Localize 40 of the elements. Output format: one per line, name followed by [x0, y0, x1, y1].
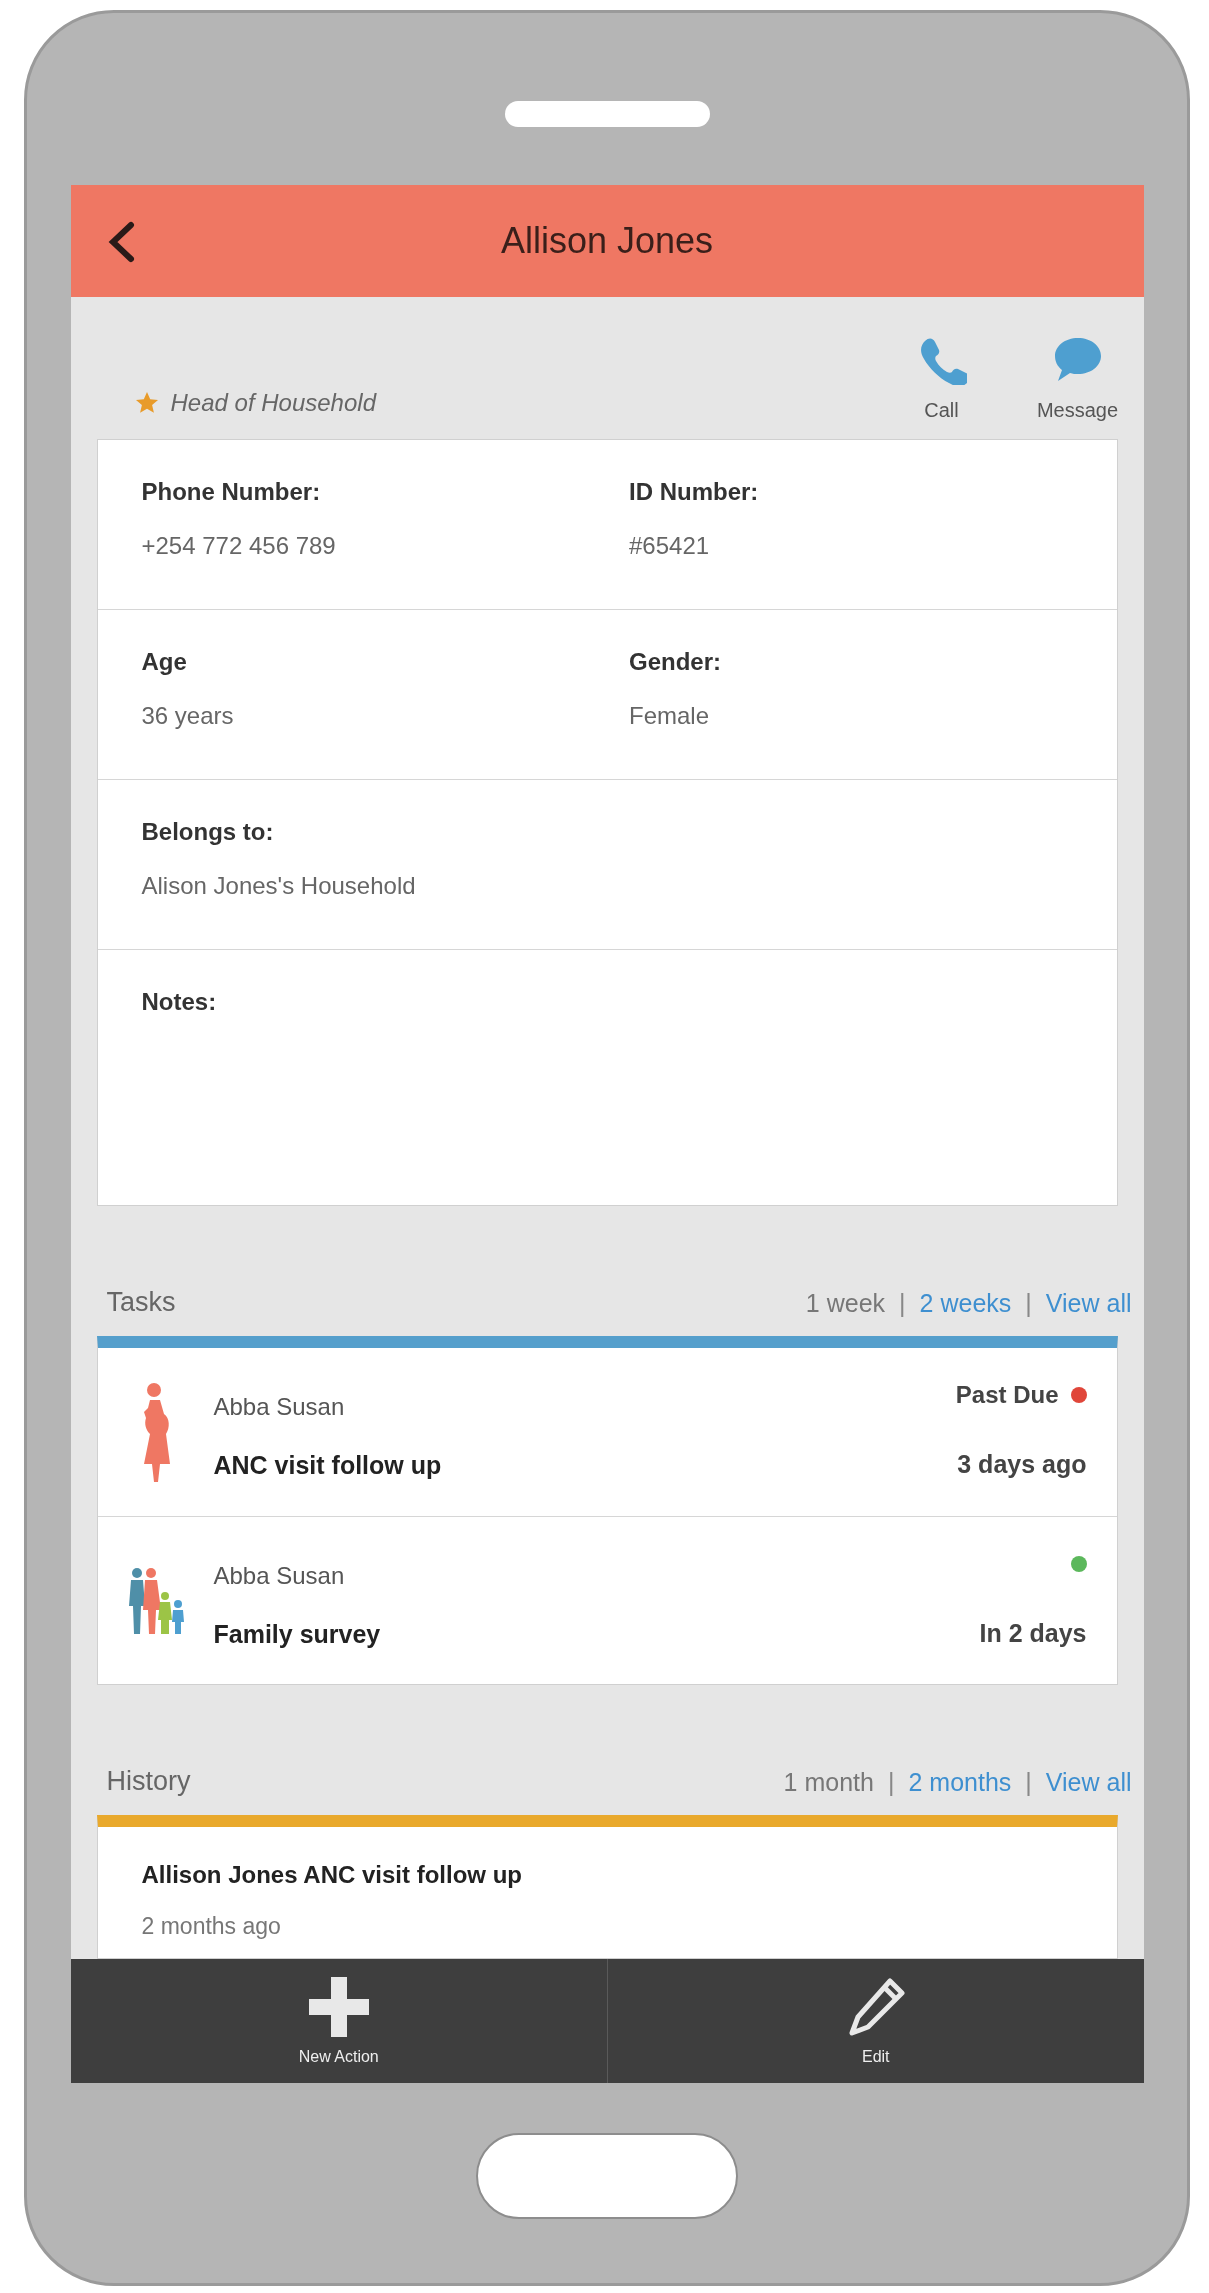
field-label: Notes:: [141, 987, 218, 1017]
separator: |: [1025, 1287, 1032, 1319]
field-label: ID Number:: [629, 477, 760, 507]
task-due: In 2 days: [979, 1617, 1087, 1649]
task-person: Abba Susan: [213, 1560, 346, 1591]
section-title: Tasks: [106, 1285, 176, 1319]
task-due: 3 days ago: [957, 1449, 1087, 1481]
star-icon: [134, 391, 159, 415]
separator: |: [899, 1287, 906, 1319]
task-title: ANC visit follow up: [213, 1450, 443, 1482]
field-value: Alison Jones's Household: [141, 871, 417, 901]
back-icon[interactable]: [106, 221, 135, 263]
field-label: Belongs to:: [141, 817, 275, 847]
field-label: Gender:: [629, 647, 722, 677]
field-label: Age: [141, 647, 188, 677]
plus-icon: [308, 1976, 369, 2037]
separator: |: [1025, 1766, 1032, 1798]
new-action-button[interactable]: New Action: [70, 1958, 607, 2083]
field-label: Phone Number:: [141, 477, 322, 507]
task-row[interactable]: Abba Susan ANC visit follow up Past Due 3 days ago: [97, 1348, 1117, 1516]
task-person: Abba Susan: [213, 1392, 346, 1423]
filter-link[interactable]: 1 month: [783, 1763, 874, 1801]
field-value: #65421: [629, 531, 711, 561]
field-value: 36 years: [141, 701, 235, 731]
task-status: Past Due: [955, 1380, 1059, 1411]
separator: |: [887, 1766, 895, 1798]
history-time: 2 months ago: [141, 1912, 282, 1941]
call-button[interactable]: Call: [891, 335, 992, 425]
edit-button[interactable]: Edit: [607, 1958, 1144, 2083]
task-row[interactable]: Abba Susan Family survey In 2 days: [97, 1516, 1117, 1684]
section-title: History: [106, 1764, 191, 1798]
field-value: +254 772 456 789: [141, 531, 337, 561]
message-button[interactable]: Message: [1027, 335, 1128, 425]
screen-title: Allison Jones: [500, 219, 714, 263]
field-value: Female: [629, 701, 711, 731]
family-icon: [126, 1565, 185, 1636]
role-label: Head of Household: [170, 388, 376, 418]
filter-link[interactable]: 1 week: [805, 1284, 886, 1322]
history-title: Allison Jones ANC visit follow up: [141, 1860, 523, 1890]
task-title: Family survey: [213, 1618, 382, 1650]
